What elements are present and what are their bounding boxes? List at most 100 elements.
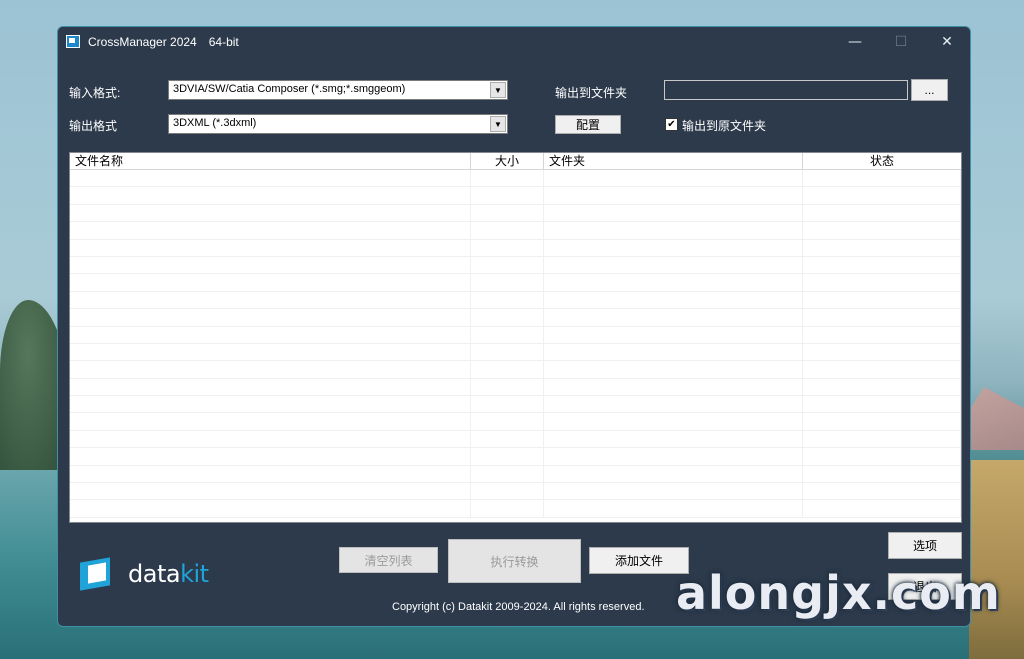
output-format-label: 输出格式 bbox=[69, 119, 118, 133]
list-cell bbox=[544, 430, 803, 448]
column-header-size[interactable]: 大小 bbox=[471, 153, 544, 170]
maximize-button[interactable]: ☐ bbox=[878, 27, 924, 56]
list-cell bbox=[471, 430, 544, 448]
list-cell bbox=[471, 413, 544, 430]
list-cell bbox=[70, 448, 471, 465]
list-cell bbox=[70, 256, 471, 274]
output-folder-input[interactable] bbox=[664, 80, 908, 100]
list-cell bbox=[70, 413, 471, 430]
clear-list-button[interactable]: 清空列表 bbox=[339, 547, 438, 573]
input-format-select[interactable]: 3DVIA/SW/Catia Composer (*.smg;*.smggeom… bbox=[168, 80, 508, 100]
list-cell bbox=[803, 396, 961, 413]
list-cell bbox=[803, 378, 961, 396]
chevron-down-icon[interactable]: ▼ bbox=[490, 116, 506, 132]
output-folder-label: 输出到文件夹 bbox=[555, 86, 628, 100]
list-row[interactable] bbox=[70, 500, 961, 518]
list-row[interactable] bbox=[70, 465, 961, 484]
file-list-body[interactable] bbox=[70, 170, 961, 522]
list-cell bbox=[544, 343, 803, 361]
output-format-select[interactable]: 3DXML (*.3dxml) ▼ bbox=[168, 114, 508, 134]
list-row[interactable] bbox=[70, 291, 961, 310]
close-button[interactable]: ✕ bbox=[924, 27, 970, 56]
list-cell bbox=[70, 378, 471, 396]
list-cell bbox=[803, 465, 961, 483]
file-list[interactable]: 文件名称 大小 文件夹 状态 bbox=[69, 152, 962, 523]
list-row[interactable] bbox=[70, 187, 961, 205]
list-cell bbox=[544, 500, 803, 517]
list-row[interactable] bbox=[70, 430, 961, 449]
list-cell bbox=[70, 430, 471, 448]
list-cell bbox=[70, 396, 471, 413]
output-to-source-checkbox[interactable]: ✔ bbox=[665, 118, 678, 131]
list-cell bbox=[70, 222, 471, 239]
list-cell bbox=[803, 204, 961, 222]
list-cell bbox=[70, 187, 471, 204]
list-cell bbox=[70, 465, 471, 483]
list-cell bbox=[544, 187, 803, 204]
list-cell bbox=[544, 326, 803, 343]
list-cell bbox=[471, 204, 544, 222]
list-cell bbox=[544, 465, 803, 483]
list-cell bbox=[471, 291, 544, 309]
add-files-button[interactable]: 添加文件 bbox=[589, 547, 689, 574]
list-cell bbox=[70, 170, 471, 187]
list-row[interactable] bbox=[70, 204, 961, 223]
list-cell bbox=[471, 170, 544, 187]
list-cell bbox=[471, 361, 544, 378]
list-cell bbox=[544, 309, 803, 326]
list-row[interactable] bbox=[70, 378, 961, 397]
list-cell bbox=[471, 239, 544, 256]
list-cell bbox=[803, 326, 961, 343]
list-row[interactable] bbox=[70, 361, 961, 379]
list-cell bbox=[471, 483, 544, 500]
list-row[interactable] bbox=[70, 256, 961, 275]
list-row[interactable] bbox=[70, 413, 961, 431]
watermark-text: alongjx.com bbox=[676, 566, 1001, 620]
list-row[interactable] bbox=[70, 274, 961, 292]
datakit-logo-icon bbox=[80, 557, 116, 591]
list-cell bbox=[70, 309, 471, 326]
list-row[interactable] bbox=[70, 343, 961, 362]
config-button[interactable]: 配置 bbox=[555, 115, 621, 134]
list-cell bbox=[70, 483, 471, 500]
list-cell bbox=[544, 204, 803, 222]
list-row[interactable] bbox=[70, 396, 961, 414]
list-row[interactable] bbox=[70, 483, 961, 501]
datakit-logo-text: datakit bbox=[128, 560, 209, 588]
column-header-filename[interactable]: 文件名称 bbox=[70, 153, 471, 170]
options-button[interactable]: 选项 bbox=[888, 532, 962, 559]
list-row[interactable] bbox=[70, 326, 961, 344]
column-header-status[interactable]: 状态 bbox=[803, 153, 961, 170]
list-row[interactable] bbox=[70, 222, 961, 240]
list-cell bbox=[544, 413, 803, 430]
list-cell bbox=[471, 326, 544, 343]
list-cell bbox=[471, 500, 544, 517]
list-cell bbox=[544, 222, 803, 239]
list-row[interactable] bbox=[70, 170, 961, 188]
column-header-folder[interactable]: 文件夹 bbox=[544, 153, 803, 170]
list-row[interactable] bbox=[70, 448, 961, 466]
execute-button[interactable]: 执行转换 bbox=[448, 539, 581, 583]
list-cell bbox=[471, 465, 544, 483]
input-format-value: 3DVIA/SW/Catia Composer (*.smg;*.smggeom… bbox=[173, 83, 406, 95]
list-cell bbox=[803, 274, 961, 291]
list-cell bbox=[70, 204, 471, 222]
list-cell bbox=[471, 448, 544, 465]
output-to-source-label: 输出到原文件夹 bbox=[682, 119, 767, 133]
list-cell bbox=[803, 291, 961, 309]
minimize-button[interactable]: — bbox=[832, 27, 878, 56]
list-cell bbox=[803, 256, 961, 274]
list-cell bbox=[803, 187, 961, 204]
list-cell bbox=[471, 222, 544, 239]
browse-button[interactable]: ... bbox=[911, 79, 948, 101]
title-bar[interactable]: CrossManager 2024 64-bit — ☐ ✕ bbox=[58, 27, 970, 56]
list-row[interactable] bbox=[70, 309, 961, 327]
list-cell bbox=[544, 483, 803, 500]
file-list-header: 文件名称 大小 文件夹 状态 bbox=[70, 153, 961, 170]
chevron-down-icon[interactable]: ▼ bbox=[490, 82, 506, 98]
list-cell bbox=[803, 430, 961, 448]
list-cell bbox=[471, 343, 544, 361]
list-cell bbox=[471, 309, 544, 326]
list-row[interactable] bbox=[70, 239, 961, 257]
list-cell bbox=[471, 256, 544, 274]
